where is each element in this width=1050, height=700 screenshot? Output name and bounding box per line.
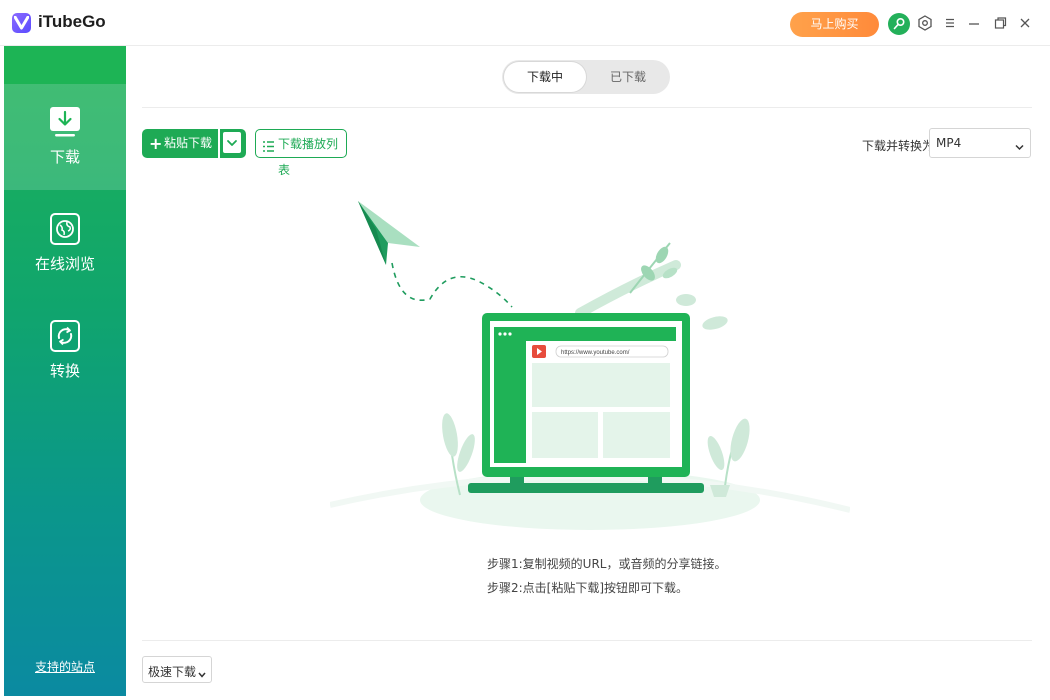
- empty-state-illustration: https://www.youtube.com/: [330, 201, 850, 530]
- paste-download-label: 粘贴下载: [164, 136, 213, 150]
- browser-icon: [49, 213, 81, 245]
- app-title: iTubeGo: [38, 12, 106, 31]
- key-icon[interactable]: [888, 13, 910, 35]
- paper-plane-icon: [358, 201, 420, 265]
- speed-mode-value: 极速下载: [148, 665, 197, 679]
- convert-icon: [49, 320, 81, 352]
- download-playlist-label: 下载播放列表: [278, 137, 339, 177]
- sidebar-item-label: 转换: [49, 362, 80, 380]
- illustration-url: https://www.youtube.com/: [561, 350, 630, 356]
- download-icon: [49, 106, 81, 138]
- speed-mode-select[interactable]: 极速下载: [142, 656, 212, 683]
- paste-options-dropdown[interactable]: [219, 129, 246, 158]
- sidebar-item-browse[interactable]: 在线浏览: [4, 191, 126, 297]
- chevron-down-icon: [222, 131, 242, 154]
- instruction-step-1: 步骤1:复制视频的URL，或音频的分享链接。: [487, 557, 727, 571]
- format-value: MP4: [936, 136, 962, 150]
- download-tabs: 下载中 已下载: [502, 60, 670, 94]
- list-icon: [262, 136, 275, 162]
- chevron-down-icon: [197, 665, 207, 684]
- supported-sites-link[interactable]: 支持的站点: [4, 658, 126, 675]
- minimize-icon[interactable]: [965, 14, 983, 32]
- divider: [142, 107, 1032, 108]
- instruction-step-2: 步骤2:点击[粘贴下载]按钮即可下载。: [487, 581, 689, 595]
- restore-icon[interactable]: [991, 14, 1009, 32]
- tab-downloaded[interactable]: 已下载: [588, 62, 668, 92]
- sidebar-item-convert[interactable]: 转换: [4, 298, 126, 404]
- app-logo-icon: [12, 13, 31, 33]
- settings-icon[interactable]: [916, 14, 934, 32]
- sidebar: 下载 在线浏览 转换 支持的站点: [4, 46, 126, 696]
- format-select[interactable]: MP4: [929, 128, 1031, 158]
- menu-icon[interactable]: [941, 14, 959, 32]
- sidebar-item-label: 在线浏览: [34, 255, 95, 273]
- download-playlist-button[interactable]: 下载播放列表: [255, 129, 347, 177]
- paste-download-button[interactable]: + 粘贴下载: [142, 129, 218, 158]
- buy-now-button[interactable]: 马上购买: [790, 12, 879, 37]
- plus-icon: +: [149, 134, 163, 153]
- sidebar-header: [4, 46, 126, 84]
- sidebar-item-download[interactable]: 下载: [4, 84, 126, 190]
- title-bar: iTubeGo 马上购买: [0, 0, 1050, 46]
- divider: [142, 640, 1032, 641]
- chevron-down-icon: [1014, 138, 1025, 157]
- close-icon[interactable]: [1016, 14, 1034, 32]
- sidebar-item-label: 下载: [49, 148, 80, 166]
- tab-downloading[interactable]: 下载中: [504, 62, 586, 92]
- convert-to-label: 下载并转换为: [862, 139, 935, 153]
